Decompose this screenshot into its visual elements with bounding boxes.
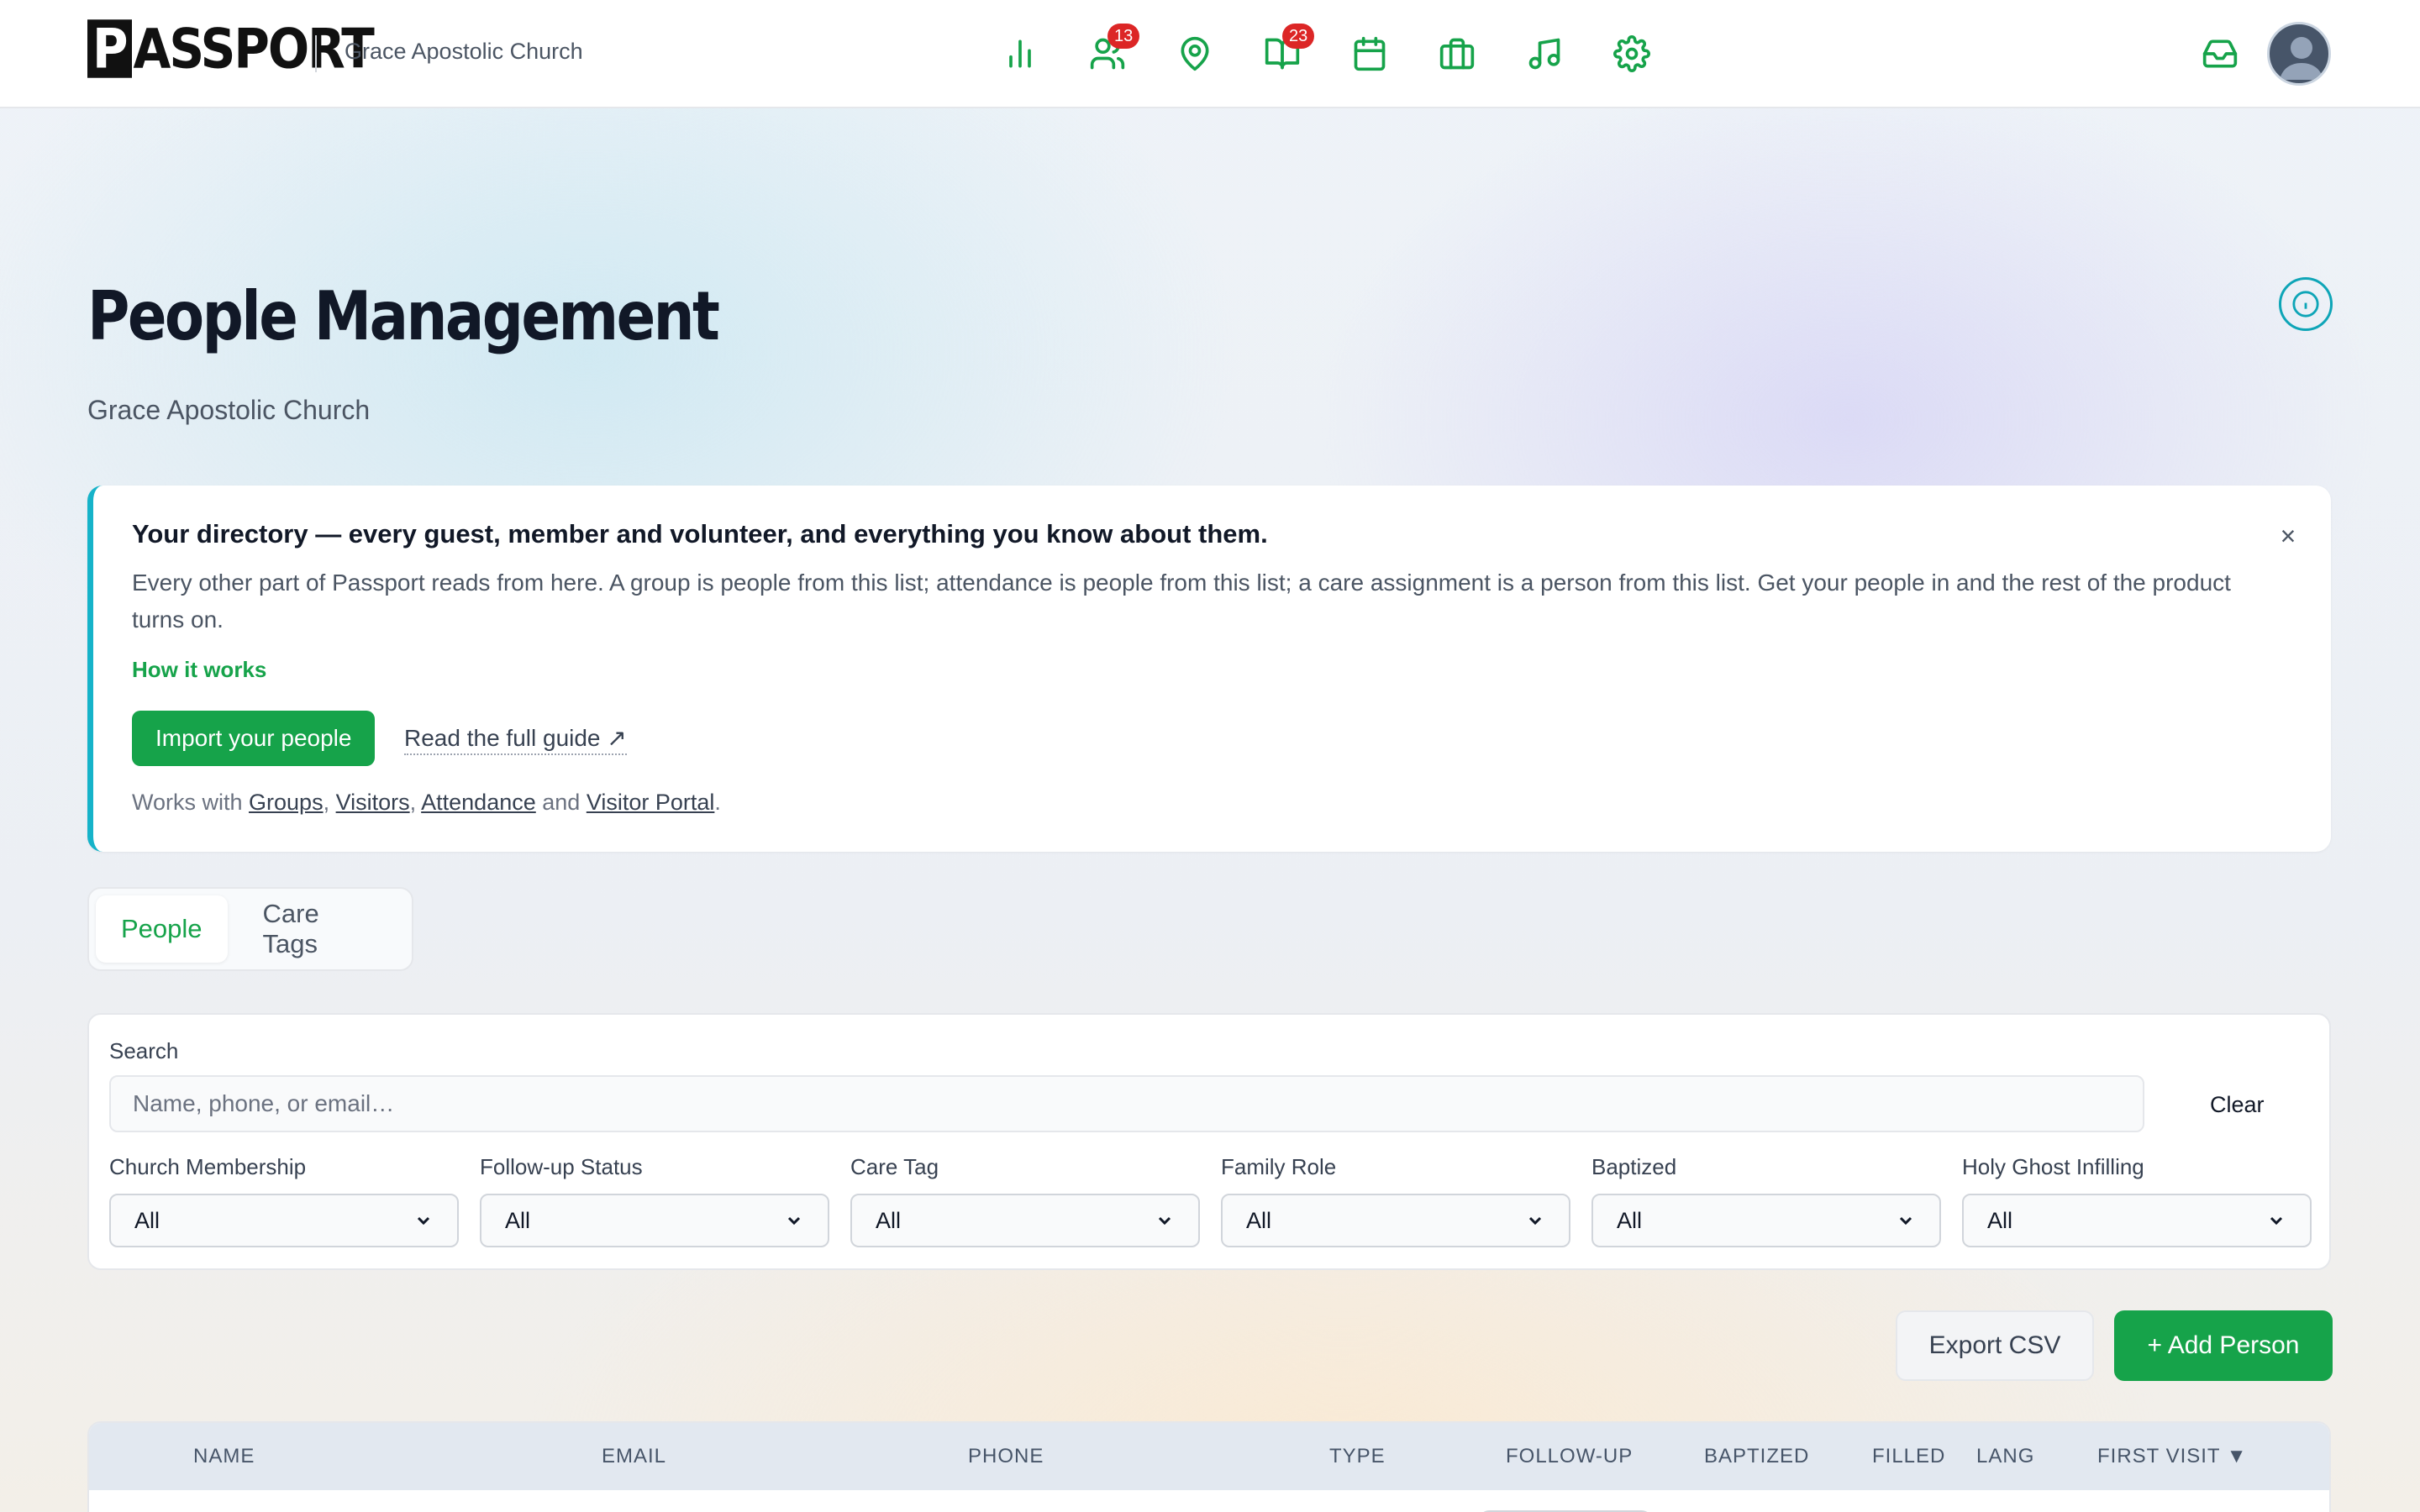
select-value: All bbox=[505, 1207, 531, 1233]
filter-care-tag: Care Tag All bbox=[850, 1154, 1200, 1247]
groups-link[interactable]: Groups bbox=[249, 790, 324, 815]
column-header-follow-up[interactable]: FOLLOW-UP bbox=[1506, 1445, 1633, 1468]
passport-logo[interactable]: P ASSPORT bbox=[87, 15, 375, 83]
nav-locations[interactable] bbox=[1173, 30, 1217, 77]
people-count-badge: 13 bbox=[1107, 24, 1140, 49]
map-pin-icon bbox=[1181, 36, 1209, 71]
info-icon bbox=[2292, 291, 2319, 318]
chevron-down-icon bbox=[2270, 1216, 2283, 1226]
column-header-first-visit[interactable]: FIRST VISIT ▼ bbox=[2097, 1445, 2248, 1468]
church-membership-select[interactable]: All bbox=[109, 1194, 459, 1247]
tab-people[interactable]: People bbox=[96, 895, 228, 963]
page-title: People Management bbox=[87, 277, 720, 355]
works-with-and: and bbox=[535, 790, 587, 815]
church-name: Grace Apostolic Church bbox=[345, 39, 583, 64]
directory-intro-banner: Your directory — every guest, member and… bbox=[87, 486, 2331, 852]
chevron-down-icon bbox=[787, 1216, 801, 1226]
filter-church-membership: Church Membership All bbox=[109, 1154, 459, 1247]
close-icon[interactable]: × bbox=[2273, 521, 2303, 551]
bar-chart-icon bbox=[1009, 39, 1031, 68]
nav-ministries[interactable] bbox=[1435, 30, 1479, 77]
logo-text: ASSPORT bbox=[133, 16, 375, 81]
select-value: All bbox=[1246, 1207, 1272, 1233]
column-header-type[interactable]: TYPE bbox=[1329, 1445, 1386, 1468]
page-subtitle: Grace Apostolic Church bbox=[87, 395, 371, 425]
works-with-suffix: . bbox=[714, 790, 721, 815]
column-header-lang[interactable]: LANG bbox=[1976, 1445, 2034, 1468]
nav-settings[interactable] bbox=[1610, 30, 1654, 77]
visitors-count-badge: 23 bbox=[1282, 24, 1315, 49]
chevron-down-icon bbox=[417, 1216, 430, 1226]
filter-follow-up-status: Follow-up Status All bbox=[480, 1154, 829, 1247]
briefcase-icon bbox=[1439, 38, 1475, 70]
works-with-line: Works with Groups, Visitors, Attendance … bbox=[132, 790, 721, 816]
select-value: All bbox=[1987, 1207, 2013, 1233]
tab-care-tags[interactable]: Care Tags bbox=[238, 895, 405, 963]
family-role-select[interactable]: All bbox=[1221, 1194, 1570, 1247]
filter-baptized: Baptized All bbox=[1591, 1154, 1941, 1247]
user-avatar[interactable] bbox=[2267, 22, 2331, 86]
chevron-down-icon bbox=[1158, 1216, 1171, 1226]
nav-visitors[interactable]: 23 bbox=[1260, 24, 1315, 77]
nav-dashboard[interactable] bbox=[998, 30, 1042, 77]
column-header-phone[interactable]: PHONE bbox=[968, 1445, 1044, 1468]
export-csv-button[interactable]: Export CSV bbox=[1896, 1310, 2094, 1381]
read-guide-link[interactable]: Read the full guide ↗ bbox=[404, 724, 627, 755]
logo-divider bbox=[315, 35, 317, 72]
filter-label: Care Tag bbox=[850, 1154, 939, 1179]
visitor-portal-link[interactable]: Visitor Portal bbox=[587, 790, 715, 815]
gear-icon bbox=[1613, 35, 1650, 72]
how-it-works-link[interactable]: How it works bbox=[132, 657, 266, 683]
calendar-icon bbox=[1354, 36, 1386, 71]
inbox-icon bbox=[2202, 39, 2238, 68]
inbox-button[interactable] bbox=[2202, 35, 2242, 72]
people-table: NAME EMAIL PHONE TYPE FOLLOW-UP BAPTIZED… bbox=[87, 1421, 2331, 1512]
select-value: All bbox=[134, 1207, 160, 1233]
user-silhouette-icon bbox=[2280, 37, 2323, 80]
visitors-link[interactable]: Visitors bbox=[336, 790, 410, 815]
filter-family-role: Family Role All bbox=[1221, 1154, 1570, 1247]
chevron-down-icon bbox=[1528, 1216, 1542, 1226]
filter-label: Baptized bbox=[1591, 1154, 1677, 1179]
column-header-name[interactable]: NAME bbox=[193, 1445, 255, 1468]
select-value: All bbox=[1617, 1207, 1643, 1233]
search-label: Search bbox=[109, 1038, 179, 1063]
works-with-separator: , bbox=[409, 790, 422, 815]
logo-p-mark: P bbox=[87, 19, 132, 78]
filter-panel: Search Clear Church Membership All Follo… bbox=[87, 1013, 2331, 1270]
chevron-down-icon bbox=[1899, 1216, 1912, 1226]
column-header-baptized[interactable]: BAPTIZED bbox=[1704, 1445, 1809, 1468]
baptized-select[interactable]: All bbox=[1591, 1194, 1941, 1247]
nav-people[interactable]: 13 bbox=[1086, 24, 1140, 77]
filter-label: Family Role bbox=[1221, 1154, 1337, 1179]
column-header-filled[interactable]: FILLED bbox=[1872, 1445, 1945, 1468]
music-icon bbox=[1528, 38, 1560, 70]
view-tabs: People Care Tags bbox=[87, 887, 413, 971]
table-header: NAME EMAIL PHONE TYPE FOLLOW-UP BAPTIZED… bbox=[89, 1423, 2329, 1490]
clear-button[interactable]: Clear bbox=[2210, 1092, 2265, 1118]
add-person-button[interactable]: + Add Person bbox=[2114, 1310, 2333, 1381]
filter-label: Follow-up Status bbox=[480, 1154, 643, 1179]
search-input[interactable] bbox=[109, 1075, 2144, 1132]
filter-holy-ghost-infilling: Holy Ghost Infilling All bbox=[1962, 1154, 2312, 1247]
info-button[interactable] bbox=[2279, 277, 2333, 331]
attendance-link[interactable]: Attendance bbox=[421, 790, 536, 815]
top-navigation-bar: P ASSPORT Grace Apostolic Church 13 23 bbox=[0, 0, 2420, 108]
nav-music[interactable] bbox=[1523, 30, 1566, 77]
banner-description: Every other part of Passport reads from … bbox=[132, 570, 2231, 633]
care-tag-select[interactable]: All bbox=[850, 1194, 1200, 1247]
works-with-prefix: Works with bbox=[132, 790, 250, 815]
column-header-email[interactable]: EMAIL bbox=[602, 1445, 666, 1468]
filter-label: Holy Ghost Infilling bbox=[1962, 1154, 2144, 1179]
import-people-button[interactable]: Import your people bbox=[132, 711, 376, 766]
banner-title: Your directory — every guest, member and… bbox=[132, 519, 1268, 549]
select-value: All bbox=[876, 1207, 902, 1233]
works-with-separator: , bbox=[323, 790, 336, 815]
holy-ghost-infilling-select[interactable]: All bbox=[1962, 1194, 2312, 1247]
follow-up-status-select[interactable]: All bbox=[480, 1194, 829, 1247]
nav-calendar[interactable] bbox=[1348, 30, 1392, 77]
filter-label: Church Membership bbox=[109, 1154, 307, 1179]
